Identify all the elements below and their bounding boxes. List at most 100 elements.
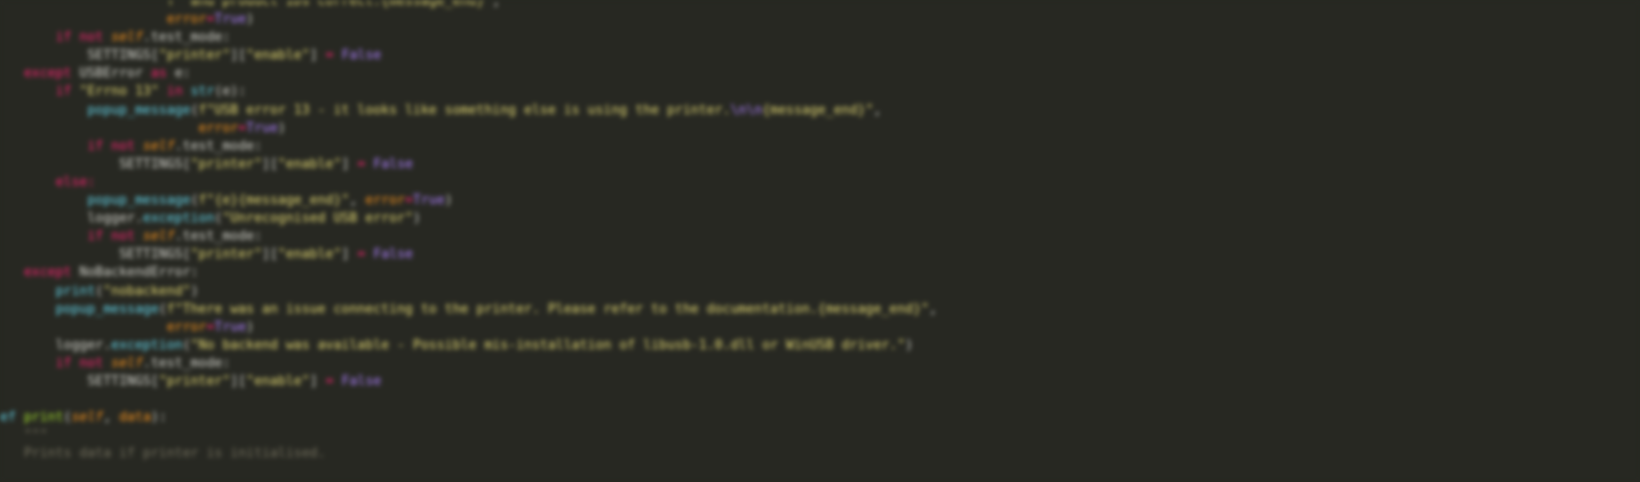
- code-token: self: [111, 30, 143, 46]
- code-editor[interactable]: f" and product IDs correct.{message_end}…: [0, 0, 1640, 482]
- code-token: False: [373, 156, 413, 172]
- code-token: True: [214, 319, 247, 335]
- code-token: ][: [262, 156, 278, 172]
- code-token: error: [365, 193, 405, 209]
- code-token: False: [341, 373, 382, 389]
- code-token: ,: [492, 0, 501, 9]
- code-token: SETTINGS[: [87, 48, 159, 64]
- code-token: ): [246, 319, 255, 335]
- code-token: popup_message: [87, 102, 191, 118]
- code-token: False: [373, 247, 413, 263]
- code-token: ): [277, 120, 286, 136]
- code-line[interactable]: else:: [0, 174, 937, 192]
- code-line[interactable]: except NoBackendError:: [0, 264, 937, 282]
- code-line[interactable]: popup_message(f"There was an issue conne…: [0, 301, 937, 319]
- code-token: True: [412, 193, 445, 209]
- code-line[interactable]: SETTINGS["printer"]["enable"] = False: [0, 47, 937, 65]
- code-token: "printer": [158, 373, 231, 389]
- code-line[interactable]: error=True): [0, 120, 937, 138]
- code-token: ,: [349, 193, 366, 209]
- code-line[interactable]: logger.exception("No backend was availab…: [0, 337, 937, 355]
- code-line[interactable]: if "Errno 13" in str(e):: [0, 83, 937, 101]
- code-token: logger.: [87, 211, 143, 227]
- code-token: {message_end}": [762, 102, 874, 118]
- code-token: .test_mode:: [174, 138, 263, 154]
- code-line[interactable]: SETTINGS["printer"]["enable"] = False: [0, 246, 937, 264]
- code-token: if not: [87, 229, 143, 245]
- code-token: "enable": [277, 156, 342, 172]
- code-line[interactable]: popup_message(f"{e}{message_end}", error…: [0, 192, 937, 210]
- code-token: ,: [103, 410, 120, 426]
- code-line[interactable]: SETTINGS["printer"]["enable"] = False: [0, 156, 937, 174]
- code-token: ]: [341, 156, 358, 172]
- code-token: ): [246, 12, 255, 28]
- code-token: SETTINGS[: [87, 373, 159, 389]
- code-token: USBError: [79, 66, 151, 82]
- code-line[interactable]: ef print(self, data):: [0, 409, 937, 427]
- code-token: f" and product IDs correct.{message_end}…: [166, 0, 493, 9]
- code-token: ):: [150, 410, 167, 426]
- code-token: ): [190, 283, 199, 299]
- code-token: except: [23, 66, 80, 82]
- code-token: ): [905, 337, 914, 353]
- code-token: Prints data if printer is initialised.: [23, 446, 326, 462]
- code-line[interactable]: error=True): [0, 319, 937, 337]
- code-token: print: [23, 410, 64, 426]
- code-token: f"{e}{message_end}": [198, 193, 350, 209]
- code-line[interactable]: logger.exception("Unrecognised USB error…: [0, 210, 937, 228]
- code-token: ): [412, 211, 421, 227]
- code-line[interactable]: except USBError as e:: [0, 65, 937, 83]
- code-token: "No backend was available - Possible mis…: [190, 337, 906, 353]
- code-line[interactable]: SETTINGS["printer"]["enable"] = False: [0, 373, 937, 391]
- code-line[interactable]: error=True): [0, 11, 937, 29]
- code-token: =: [325, 48, 334, 64]
- code-line[interactable]: if not self.test_mode:: [0, 138, 937, 156]
- code-token: (e):: [214, 84, 247, 100]
- code-token: if: [55, 84, 80, 100]
- code-token: "Errno 13": [79, 84, 159, 100]
- code-token: SETTINGS[: [119, 247, 191, 263]
- code-line[interactable]: print("nobackend"): [0, 283, 937, 301]
- code-token: self: [111, 355, 143, 371]
- code-token: if not: [55, 355, 112, 371]
- code-line[interactable]: if not self.test_mode:: [0, 228, 937, 246]
- code-token: except: [23, 265, 80, 281]
- code-token: ][: [230, 373, 247, 389]
- code-line[interactable]: [0, 391, 937, 409]
- code-token: ]: [309, 48, 326, 64]
- code-token: "nobackend": [103, 283, 191, 299]
- code-token: "enable": [277, 247, 342, 263]
- code-token: error: [166, 319, 207, 335]
- code-line[interactable]: """: [0, 427, 937, 445]
- code-token: in: [158, 84, 191, 100]
- code-content[interactable]: f" and product IDs correct.{message_end}…: [0, 0, 937, 463]
- code-line[interactable]: if not self.test_mode:: [0, 355, 937, 373]
- code-token: as: [150, 66, 175, 82]
- code-line[interactable]: popup_message(f"USB error 13 - it looks …: [0, 102, 937, 120]
- code-token: (: [190, 102, 199, 118]
- code-token: .test_mode:: [142, 30, 231, 46]
- code-token: ,: [928, 301, 937, 317]
- code-token: "enable": [246, 48, 310, 64]
- code-line[interactable]: if not self.test_mode:: [0, 29, 937, 47]
- code-token: ]: [341, 247, 358, 263]
- code-token: logger.: [55, 337, 112, 353]
- code-token: \n\n: [730, 102, 763, 118]
- code-token: else:: [55, 174, 96, 190]
- code-line[interactable]: f" and product IDs correct.{message_end}…: [0, 0, 937, 11]
- code-token: self: [142, 229, 175, 245]
- code-line[interactable]: Prints data if printer is initialised.: [0, 445, 937, 463]
